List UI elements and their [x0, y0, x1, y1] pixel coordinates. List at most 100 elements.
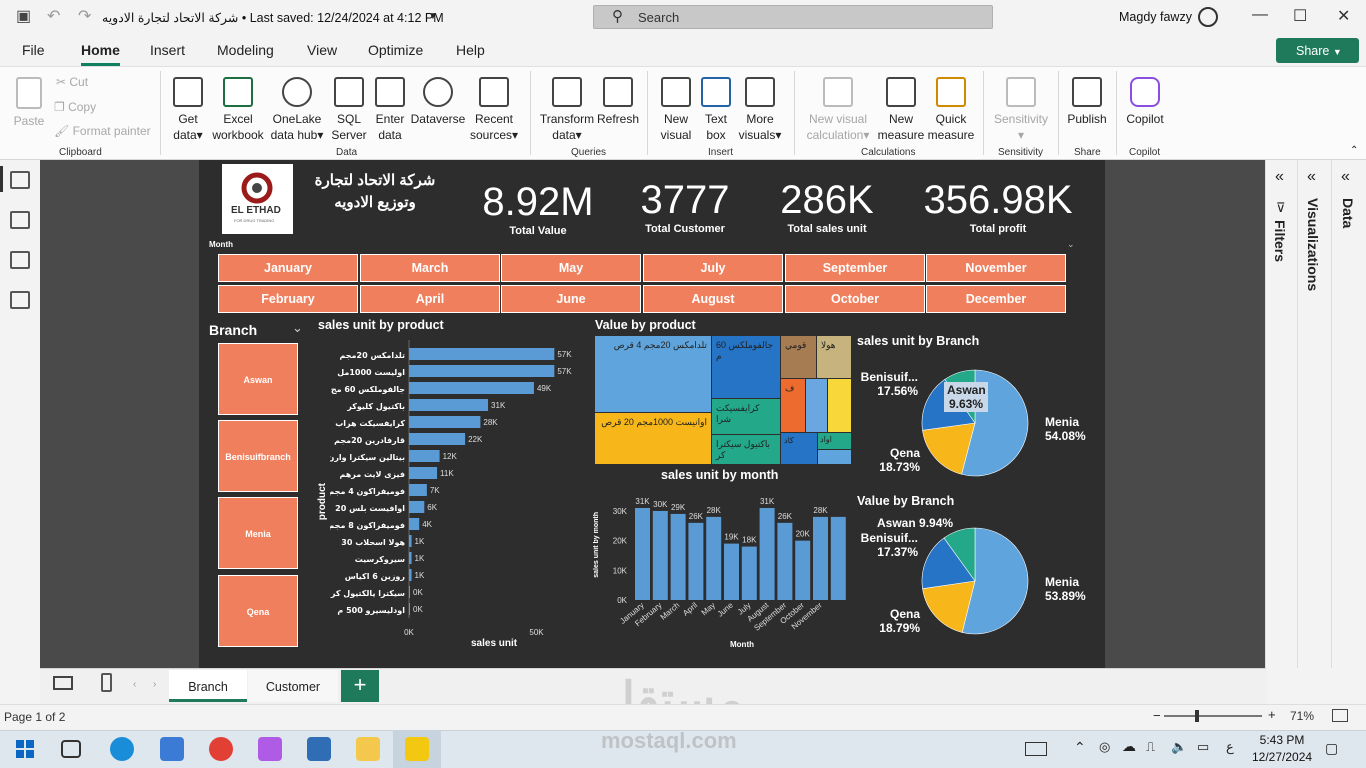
new-measure-button[interactable]: New measure [876, 77, 926, 143]
copilot-taskbar-icon[interactable] [258, 737, 282, 761]
language-icon[interactable]: ع [1226, 739, 1234, 755]
get-data-button[interactable]: Get data▾ [170, 77, 206, 143]
notification-icon[interactable]: ▢ [1325, 740, 1338, 757]
bar[interactable] [409, 399, 489, 411]
bar[interactable] [409, 382, 534, 394]
volume-icon[interactable]: 🔈 [1171, 739, 1187, 755]
value-by-branch-pie[interactable] [920, 526, 1030, 636]
publish-button[interactable]: Publish [1064, 77, 1110, 127]
clock[interactable]: 5:43 PM 12/27/2024 [1252, 732, 1312, 766]
bar[interactable] [409, 501, 425, 513]
bar[interactable] [409, 552, 412, 564]
month-button-may[interactable]: May [501, 254, 641, 282]
treemap-tile[interactable]: كرايفسيكت شرا [712, 399, 780, 434]
kpi-card-total-customer[interactable]: 3777 Total Customer [620, 178, 750, 235]
user-name[interactable]: Magdy fawzy [1119, 10, 1192, 24]
menu-view[interactable]: View [307, 42, 337, 58]
sensitivity-button[interactable]: Sensitivity ▾ [990, 77, 1052, 143]
more-visuals-button[interactable]: More visuals▾ [736, 77, 784, 143]
scroll-right-icon[interactable]: › [153, 679, 156, 690]
excel-workbook-button[interactable]: Excel workbook [210, 77, 266, 143]
recent-sources-button[interactable]: Recent sources▾ [466, 77, 522, 143]
dataverse-button[interactable]: Dataverse [410, 77, 466, 127]
meet-now-icon[interactable]: ◎ [1099, 739, 1110, 755]
bar[interactable] [409, 484, 427, 496]
sql-server-button[interactable]: SQL Server [329, 77, 369, 143]
bar[interactable] [652, 510, 668, 600]
chevron-down-icon[interactable]: ⌄ [292, 320, 303, 336]
zoom-slider[interactable] [1164, 715, 1262, 717]
redo-icon[interactable]: ↷ [78, 6, 91, 26]
month-button-april[interactable]: April [360, 285, 500, 313]
bar[interactable] [777, 522, 793, 600]
product-bar-chart[interactable]: تلدامكس 20مجم 57K اوليست 1000مل 57K جالفوملك… [330, 340, 575, 640]
bar[interactable] [706, 516, 722, 600]
model-view-icon[interactable] [10, 251, 30, 269]
menu-help[interactable]: Help [456, 42, 485, 58]
edge-icon[interactable] [110, 737, 134, 761]
onelake-button[interactable]: OneLake data hub▾ [267, 77, 327, 143]
treemap-tile[interactable]: ف [781, 379, 805, 432]
bar[interactable] [635, 508, 650, 600]
bar[interactable] [741, 546, 757, 600]
treemap-tile[interactable]: هولا [817, 336, 851, 378]
chrome-icon[interactable] [209, 737, 233, 761]
enter-data-button[interactable]: Enter data [372, 77, 408, 143]
menu-home[interactable]: Home [81, 42, 120, 58]
battery-icon[interactable]: ▭ [1197, 739, 1209, 755]
bar[interactable] [795, 540, 811, 600]
format-painter-button[interactable]: 🖌 Format painter [54, 124, 151, 138]
branch-button-qena[interactable]: Qena [218, 575, 298, 647]
tab-customer[interactable]: Customer [248, 670, 338, 702]
refresh-button[interactable]: Refresh [596, 77, 640, 127]
bar[interactable] [830, 516, 846, 600]
save-icon[interactable]: ▣ [16, 6, 31, 26]
new-visual-calculation-button[interactable]: New visual calculation▾ [802, 77, 874, 143]
treemap-tile[interactable] [828, 379, 851, 432]
treemap-tile[interactable]: باكتيول سيكترا كر [712, 435, 780, 464]
month-button-march[interactable]: March [360, 254, 500, 282]
task-view-icon[interactable] [61, 740, 81, 758]
cloud-icon[interactable]: ☁ [1122, 738, 1136, 755]
month-button-november[interactable]: November [926, 254, 1066, 282]
month-button-july[interactable]: July [643, 254, 783, 282]
app-icon[interactable] [307, 737, 331, 761]
quick-measure-button[interactable]: Quick measure [926, 77, 976, 143]
cut-button[interactable]: ✂ Cut [56, 75, 88, 89]
bar[interactable] [724, 543, 739, 600]
desktop-layout-icon[interactable] [53, 676, 73, 690]
kpi-card-total-value[interactable]: 8.92M Total Value [468, 180, 608, 237]
mobile-layout-icon[interactable] [101, 673, 112, 692]
menu-modeling[interactable]: Modeling [217, 42, 274, 58]
scroll-left-icon[interactable]: ‹ [133, 679, 136, 690]
bar[interactable] [688, 522, 704, 600]
bar[interactable] [409, 365, 555, 377]
bar[interactable] [670, 513, 686, 600]
treemap-tile[interactable] [818, 450, 851, 464]
treemap-tile[interactable]: جالفوملكس 60 م [712, 336, 780, 398]
zoom-in-icon[interactable]: + [1268, 707, 1276, 722]
text-box-button[interactable]: Text box [698, 77, 734, 143]
month-bar-chart[interactable]: 0K10K20K30K31KJanuary30KFebruary29KMarch… [600, 490, 852, 638]
document-title[interactable]: شركة الاتحاد لتجارة الادويه • Last saved… [102, 10, 444, 25]
store-icon[interactable] [160, 737, 184, 761]
filters-pane[interactable]: « ⊽ Filters [1265, 160, 1297, 668]
copilot-button[interactable]: Copilot [1122, 77, 1168, 127]
chevron-up-icon[interactable]: ⌃ [1074, 739, 1086, 756]
avatar[interactable] [1198, 7, 1218, 27]
undo-icon[interactable]: ↶ [47, 6, 60, 26]
bar[interactable] [409, 603, 410, 615]
copy-button[interactable]: ❐ Copy [54, 100, 96, 114]
month-button-august[interactable]: August [643, 285, 783, 313]
windows-start-icon[interactable] [16, 740, 34, 758]
expand-icon[interactable]: « [1275, 168, 1284, 186]
table-view-icon[interactable] [10, 211, 30, 229]
chevron-down-icon[interactable]: ▼ [428, 11, 438, 22]
bar[interactable] [813, 516, 828, 600]
report-view-icon[interactable] [10, 171, 30, 189]
expand-icon[interactable]: « [1341, 168, 1350, 186]
close-icon[interactable]: ✕ [1337, 6, 1350, 26]
treemap-tile[interactable]: اوانيست 1000مجم 20 قرص [595, 413, 711, 464]
month-button-october[interactable]: October [785, 285, 925, 313]
kpi-card-total-profit[interactable]: 356.98K Total profit [910, 178, 1086, 235]
